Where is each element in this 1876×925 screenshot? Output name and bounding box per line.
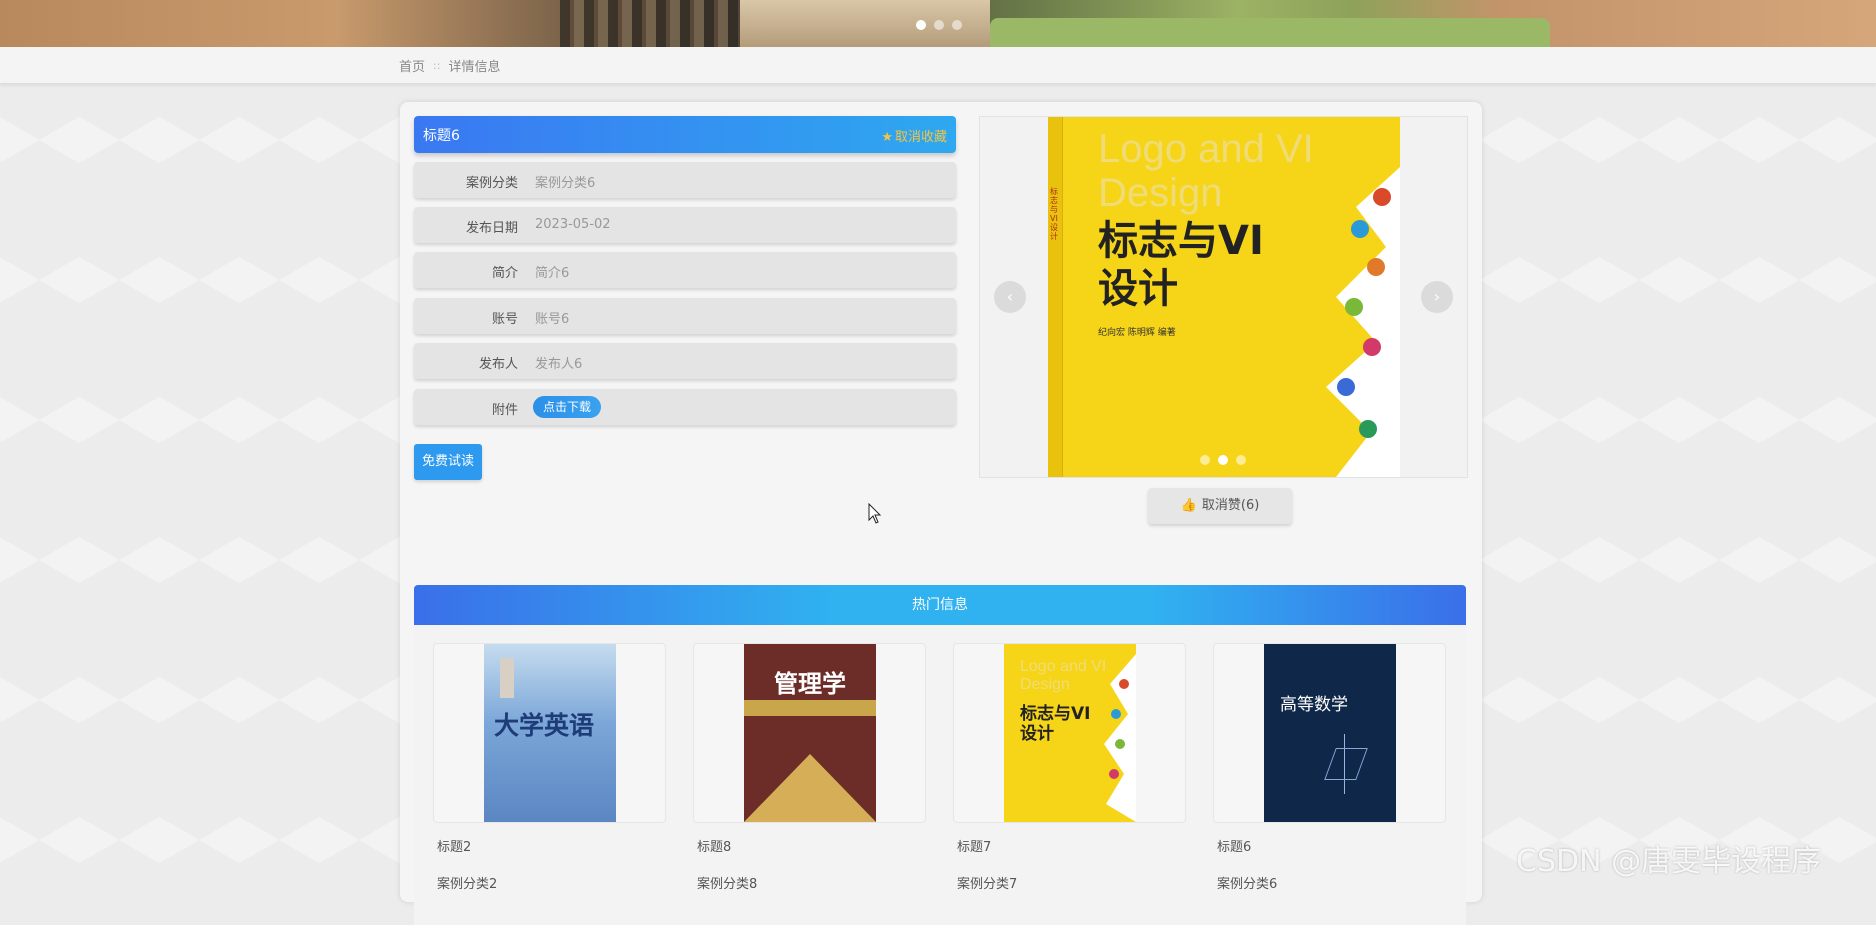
banner-carousel[interactable] bbox=[0, 0, 1876, 47]
cover-authors: 纪向宏 陈明辉 编著 bbox=[1098, 328, 1176, 338]
field-value: 发布人6 bbox=[535, 357, 583, 372]
cover-logo-pattern bbox=[1104, 654, 1136, 822]
cover-title-en: Logo and VI Design bbox=[1098, 127, 1314, 215]
detail-title: 标题6 bbox=[423, 128, 460, 144]
field-label: 附件 bbox=[491, 403, 518, 418]
hot-item-title[interactable]: 标题8 bbox=[697, 836, 926, 855]
field-label: 案例分类 bbox=[465, 176, 518, 191]
cover-title-cn: 标志与VI设计 bbox=[1098, 218, 1264, 312]
hot-item-title[interactable]: 标题7 bbox=[957, 836, 1186, 855]
cover-text: 高等数学 bbox=[1280, 695, 1348, 715]
book-cover-image: 标志与VI设计 Logo and VI Design 标志与VI设计 纪向宏 陈… bbox=[1048, 117, 1400, 477]
field-value: 案例分类6 bbox=[535, 176, 596, 191]
detail-title-bar: 标题6 ★ 取消收藏 bbox=[414, 116, 956, 153]
breadcrumb-current: 详情信息 bbox=[448, 60, 501, 75]
field-row-category: 案例分类 案例分类6 bbox=[414, 162, 956, 198]
hot-item-category: 案例分类7 bbox=[957, 877, 1018, 892]
field-row-account: 账号 账号6 bbox=[414, 298, 956, 334]
hot-item-image[interactable]: 管理学 bbox=[693, 643, 926, 823]
book-spine: 标志与VI设计 bbox=[1048, 117, 1063, 477]
unfavorite-label: 取消收藏 bbox=[894, 130, 947, 145]
breadcrumb: 首页 :: 详情信息 bbox=[399, 56, 500, 75]
unlike-button[interactable]: 👍 取消赞(6) bbox=[1148, 488, 1292, 524]
cover-advanced-math: 高等数学 bbox=[1264, 644, 1396, 822]
chevron-right-icon: › bbox=[1433, 287, 1441, 306]
breadcrumb-home[interactable]: 首页 bbox=[399, 56, 425, 75]
cover-text: 管理学 bbox=[774, 670, 846, 698]
thumbs-up-icon: 👍 bbox=[1180, 498, 1197, 513]
banner-dot[interactable] bbox=[952, 20, 962, 30]
unfavorite-button[interactable]: ★ 取消收藏 bbox=[881, 126, 947, 145]
carousel-pagination bbox=[1200, 455, 1246, 465]
unlike-label: 取消赞(6) bbox=[1201, 498, 1260, 513]
hot-item-image[interactable]: 大学英语 bbox=[433, 643, 666, 823]
carousel-prev-button[interactable]: ‹ bbox=[994, 281, 1026, 313]
star-icon: ★ bbox=[881, 130, 893, 145]
field-label: 发布日期 bbox=[465, 221, 518, 236]
field-row-publish-date: 发布日期 2023-05-02 bbox=[414, 207, 956, 243]
banner-image-cushion bbox=[990, 18, 1550, 47]
cover-stripe bbox=[744, 700, 876, 716]
chevron-left-icon: ‹ bbox=[1006, 287, 1014, 306]
field-label: 发布人 bbox=[478, 357, 518, 372]
field-value: 账号6 bbox=[535, 312, 570, 327]
book-spine-text: 标志与VI设计 bbox=[1050, 187, 1058, 241]
hot-item[interactable]: 高等数学 标题6 案例分类6 bbox=[1213, 643, 1446, 892]
cover-cube bbox=[1324, 748, 1368, 780]
hot-item[interactable]: Logo and VI Design 标志与VI设计 标题7 案例分类7 bbox=[953, 643, 1186, 892]
hot-item[interactable]: 大学英语 标题2 案例分类2 bbox=[433, 643, 666, 892]
hot-item-image[interactable]: Logo and VI Design 标志与VI设计 bbox=[953, 643, 1186, 823]
download-button[interactable]: 点击下载 bbox=[533, 396, 602, 418]
watermark: CSDN @唐雯毕设程序 bbox=[1516, 844, 1822, 879]
carousel-next-button[interactable]: › bbox=[1421, 281, 1453, 313]
field-label: 账号 bbox=[491, 312, 518, 327]
banner-dot[interactable] bbox=[916, 20, 926, 30]
field-label: 简介 bbox=[491, 266, 518, 281]
breadcrumb-bar: 首页 :: 详情信息 bbox=[0, 47, 1876, 84]
cover-text: 大学英语 bbox=[494, 711, 595, 740]
hot-item-title[interactable]: 标题2 bbox=[437, 836, 666, 855]
carousel-dot[interactable] bbox=[1218, 455, 1228, 465]
field-row-attachment: 附件 点击下载 bbox=[414, 389, 956, 425]
cover-lighthouse bbox=[500, 658, 514, 698]
banner-image-shelf bbox=[560, 0, 740, 47]
hot-item-category: 案例分类6 bbox=[1217, 877, 1278, 892]
cover-wedge bbox=[744, 754, 876, 822]
hot-item[interactable]: 管理学 标题8 案例分类8 bbox=[693, 643, 926, 892]
field-value: 简介6 bbox=[535, 266, 570, 281]
detail-container: 标题6 ★ 取消收藏 案例分类 案例分类6 发布日期 2023-05-02 简介 … bbox=[400, 102, 1482, 925]
hot-item-image[interactable]: 高等数学 bbox=[1213, 643, 1446, 823]
field-value: 2023-05-02 bbox=[535, 217, 611, 232]
cover-college-english: 大学英语 bbox=[484, 644, 616, 822]
hot-item-category: 案例分类8 bbox=[697, 877, 758, 892]
cover-logo-vi: Logo and VI Design 标志与VI设计 bbox=[1004, 644, 1136, 822]
field-row-summary: 简介 简介6 bbox=[414, 252, 956, 288]
image-carousel[interactable]: 标志与VI设计 Logo and VI Design 标志与VI设计 纪向宏 陈… bbox=[979, 116, 1468, 478]
free-trial-button[interactable]: 免费试读 bbox=[414, 444, 482, 480]
breadcrumb-separator: :: bbox=[433, 59, 441, 72]
hot-item-title[interactable]: 标题6 bbox=[1217, 836, 1446, 855]
banner-dot[interactable] bbox=[934, 20, 944, 30]
hot-list: 大学英语 标题2 案例分类2 管理学 标题8 案例分类8 Logo and VI… bbox=[414, 625, 1466, 925]
hot-item-category: 案例分类2 bbox=[437, 877, 498, 892]
carousel-dot[interactable] bbox=[1200, 455, 1210, 465]
carousel-dot[interactable] bbox=[1236, 455, 1246, 465]
hot-section-header: 热门信息 bbox=[414, 585, 1466, 625]
field-row-publisher: 发布人 发布人6 bbox=[414, 343, 956, 379]
cover-logo-pattern bbox=[1326, 167, 1400, 477]
cover-text: 标志与VI设计 bbox=[1020, 704, 1091, 744]
cover-management: 管理学 bbox=[744, 644, 876, 822]
banner-pagination bbox=[916, 20, 962, 30]
mouse-cursor-icon bbox=[868, 503, 882, 524]
